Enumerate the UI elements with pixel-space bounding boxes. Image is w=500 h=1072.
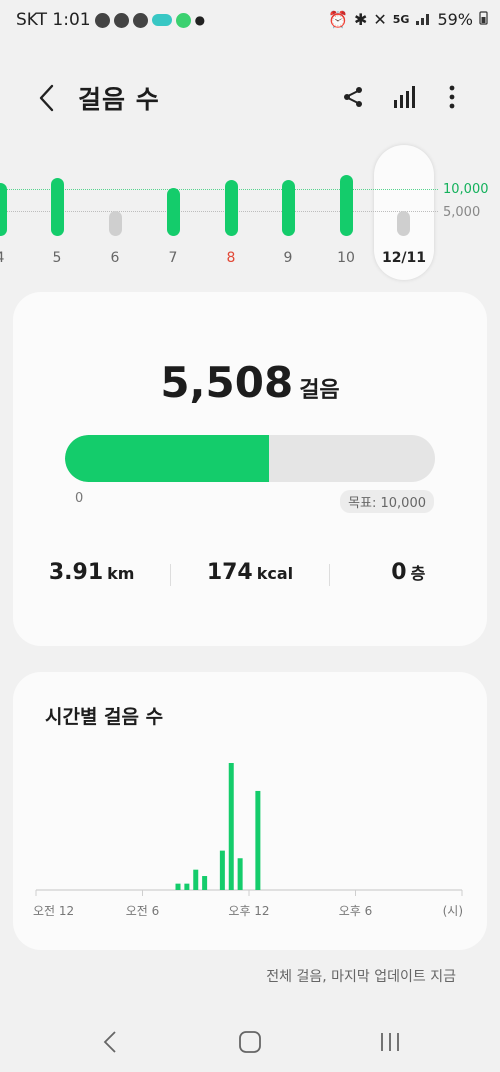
x-tick-label: 오전 12 [33, 904, 74, 918]
day-label-7[interactable]: 7 [158, 250, 188, 266]
back-button[interactable] [30, 80, 64, 116]
distance-value: 3.91 [48, 560, 104, 585]
day-bar-4[interactable] [0, 183, 7, 236]
steps-unit: 걸음 [299, 378, 340, 403]
link-icon [132, 12, 148, 28]
hourly-bar [255, 790, 261, 890]
status-left: SKT 1:01 ● [16, 10, 205, 30]
day-label-5[interactable]: 5 [42, 250, 72, 266]
kakaotalk-icon [94, 12, 110, 28]
progress-min-label: 0 [75, 491, 84, 506]
goal-badge: 목표: 10,000 [340, 490, 434, 513]
stats-button[interactable] [388, 80, 422, 114]
x-tick-label: 오후 12 [228, 904, 269, 918]
update-note: 전체 걸음, 마지막 업데이트 지금 [266, 969, 456, 985]
share-button[interactable] [336, 80, 370, 114]
x-tick-label: (시) [443, 904, 463, 918]
bluetooth-icon: ✱ [353, 10, 368, 29]
distance-stat: 3.91 km [13, 560, 170, 586]
calories-unit: kcal [256, 564, 294, 583]
share-icon [344, 87, 362, 107]
signal-icon [415, 10, 431, 29]
today-bar[interactable] [397, 211, 410, 236]
calories-value: 174 [206, 560, 253, 585]
more-vert-icon [449, 85, 455, 109]
today-date-label: 12/11 [381, 250, 427, 266]
steps-summary-card: 5,508 걸음 0 목표: 10,000 3.91 km 174 kcal 0층 [13, 292, 487, 646]
half-goal-line [0, 211, 438, 212]
day-bar-6[interactable] [109, 211, 122, 236]
floors-value: 0 [391, 560, 407, 585]
floors-stat: 0층 [330, 560, 487, 586]
app-notification-icon [175, 12, 191, 28]
distance-unit: km [107, 564, 135, 583]
page-title: 걸음 수 [78, 85, 160, 114]
day-label-4[interactable]: 4 [0, 250, 15, 266]
more-options-button[interactable] [435, 80, 469, 114]
home-nav-icon [239, 1031, 261, 1053]
battery-level: 59% [437, 10, 473, 29]
day-bar-8[interactable] [225, 180, 238, 236]
battery-icon [479, 10, 488, 29]
x-tick-label: 오전 6 [126, 904, 160, 918]
alarm-icon: ⏰ [328, 10, 348, 29]
day-bar-10[interactable] [340, 175, 353, 236]
stats-row: 3.91 km 174 kcal 0층 [13, 560, 487, 586]
hourly-bar [202, 876, 208, 890]
day-label-9[interactable]: 9 [273, 250, 303, 266]
hourly-bar [219, 850, 225, 890]
goal-line-label: 10,000 [443, 182, 489, 197]
hourly-steps-card[interactable]: 시간별 걸음 수 오전 12 오전 6 오후 12 오후 6 (시) [13, 672, 487, 950]
day-bar-7[interactable] [167, 188, 180, 236]
hourly-chart: 오전 12 오전 6 오후 12 오후 6 (시) [33, 763, 463, 918]
calories-stat: 174 kcal [171, 560, 328, 586]
hourly-bar [175, 883, 181, 890]
day-label-10[interactable]: 10 [331, 250, 361, 266]
mute-icon: ✕ [373, 10, 387, 29]
hourly-bar [184, 883, 190, 890]
floors-unit: 층 [410, 564, 426, 583]
nav-recents-button[interactable] [370, 1025, 410, 1059]
hourly-bar [193, 869, 199, 890]
day-bar-5[interactable] [51, 178, 64, 236]
chevron-left-icon [39, 84, 54, 112]
weekly-steps-strip[interactable]: 10,000 5,000 4 5 6 7 8 9 10 12/11 [0, 140, 500, 280]
day-label-8[interactable]: 8 [216, 250, 246, 266]
more-notifications-icon: ● [194, 13, 206, 27]
cloud-icon [151, 14, 172, 26]
steps-value: 5,508 [160, 358, 294, 407]
x-tick-label: 오후 6 [339, 904, 373, 918]
carrier-time: SKT 1:01 [16, 10, 91, 30]
status-right: ⏰ ✱ ✕ 5G 59% [328, 10, 488, 29]
goal-line [0, 189, 438, 190]
network-type: 5G [392, 13, 410, 26]
hourly-bar [228, 763, 234, 890]
nav-home-button[interactable] [230, 1025, 270, 1059]
day-label-6[interactable]: 6 [100, 250, 130, 266]
nav-back-button[interactable] [90, 1025, 130, 1059]
bar-chart-icon [394, 86, 415, 108]
recents-nav-icon [381, 1033, 399, 1051]
half-goal-line-label: 5,000 [443, 205, 481, 220]
steps-progress-fill [65, 435, 269, 482]
steps-count: 5,508 걸음 [13, 358, 487, 407]
steps-progress-bar [65, 435, 435, 482]
day-bar-9[interactable] [282, 180, 295, 236]
back-nav-icon [103, 1031, 116, 1053]
message-icon [113, 12, 129, 28]
hourly-bar [237, 858, 243, 890]
